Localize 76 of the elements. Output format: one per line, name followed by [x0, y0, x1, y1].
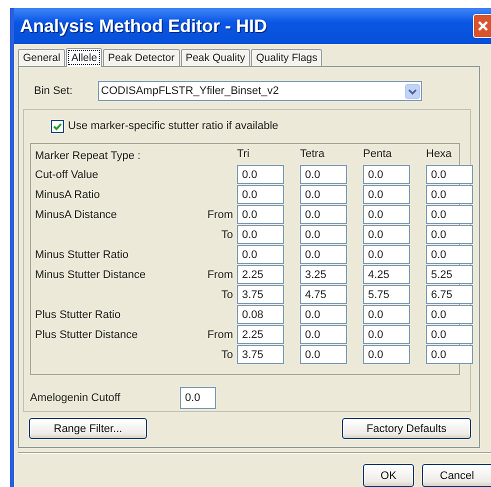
- input-field[interactable]: 3.25: [300, 265, 347, 284]
- column-header: Penta: [363, 148, 393, 162]
- input-field[interactable]: 0.0: [300, 165, 347, 184]
- input-field[interactable]: 0.0: [426, 325, 473, 344]
- input-field[interactable]: 0.0: [300, 325, 347, 344]
- range-label: To: [220, 228, 233, 240]
- input-field[interactable]: 0.0: [426, 305, 473, 324]
- input-field[interactable]: 0.0: [363, 165, 410, 184]
- bin-set-label: Bin Set:: [33, 85, 74, 97]
- input-field[interactable]: 0.0: [363, 325, 410, 344]
- input-field[interactable]: 0.0: [426, 245, 473, 264]
- row-label: MinusA Ratio: [35, 188, 101, 200]
- row-label: Plus Stutter Distance: [35, 328, 139, 340]
- input-field[interactable]: 0.08: [237, 305, 284, 324]
- column-header: Hexa: [426, 148, 453, 162]
- header-label: Marker Repeat Type :: [35, 150, 142, 162]
- input-field[interactable]: 4.25: [363, 265, 410, 284]
- amelogenin-label: Amelogenin Cutoff: [30, 392, 122, 404]
- input-field[interactable]: 4.75: [300, 285, 347, 304]
- checkbox[interactable]: [51, 120, 64, 132]
- input-field[interactable]: 2.25: [237, 325, 284, 344]
- input-field[interactable]: 0.0: [237, 205, 284, 224]
- input-field[interactable]: 0.0: [426, 345, 473, 364]
- close-icon: [476, 20, 488, 32]
- input-field[interactable]: 0.0: [363, 245, 410, 264]
- tab[interactable]: General: [18, 49, 66, 66]
- input-field[interactable]: 0.0: [426, 225, 473, 244]
- input-field[interactable]: 6.75: [426, 285, 473, 304]
- row-label: MinusA Distance: [35, 208, 118, 220]
- range-label: From: [206, 208, 233, 220]
- input-field[interactable]: 0.0: [363, 225, 410, 244]
- input-field[interactable]: 2.25: [237, 265, 284, 284]
- row-label: Plus Stutter Ratio: [35, 308, 122, 320]
- tab[interactable]: Peak Detector: [103, 49, 180, 66]
- range-label: To: [220, 348, 233, 360]
- checkbox-label: Use marker-specific stutter ratio if available: [68, 120, 278, 132]
- row-label: Minus Stutter Ratio: [35, 248, 130, 260]
- input-field[interactable]: 0.0: [300, 245, 347, 264]
- range-label: From: [206, 328, 233, 340]
- row-label: Minus Stutter Distance: [35, 268, 147, 280]
- dialog-button[interactable]: OK: [363, 464, 414, 487]
- input-field[interactable]: 3.75: [237, 285, 284, 304]
- input-field[interactable]: 0.0: [363, 205, 410, 224]
- panel-button[interactable]: Range Filter...: [29, 418, 147, 439]
- bin-set-dropdown[interactable]: CODISAmpFLSTR_Yfiler_Binset_v2: [98, 81, 422, 101]
- input-field[interactable]: 0.0: [363, 185, 410, 204]
- input-field[interactable]: 0.0: [300, 345, 347, 364]
- input-field[interactable]: 0.0: [363, 305, 410, 324]
- panel-button[interactable]: Factory Defaults: [342, 418, 471, 439]
- column-header: Tri: [237, 148, 250, 162]
- input-field[interactable]: 0.0: [363, 345, 410, 364]
- input-field[interactable]: 0.0: [426, 185, 473, 204]
- input-field[interactable]: 0.0: [300, 205, 347, 224]
- input-field[interactable]: 0.0: [237, 185, 284, 204]
- column-header: Tetra: [300, 148, 326, 162]
- dialog-button[interactable]: Cancel: [422, 464, 491, 487]
- window-title: Analysis Method Editor - HID: [20, 16, 268, 36]
- tab[interactable]: Quality Flags: [251, 49, 322, 66]
- input-field[interactable]: 0.0: [180, 387, 216, 409]
- input-field[interactable]: 0.0: [237, 225, 284, 244]
- row-label: Cut-off Value: [35, 168, 100, 180]
- range-label: From: [206, 268, 233, 280]
- input-field[interactable]: 3.75: [237, 345, 284, 364]
- input-field[interactable]: 0.0: [426, 165, 473, 184]
- input-field[interactable]: 0.0: [237, 165, 284, 184]
- input-field[interactable]: 0.0: [237, 245, 284, 264]
- tab[interactable]: Peak Quality: [180, 49, 250, 66]
- input-field[interactable]: 0.0: [426, 205, 473, 224]
- input-field[interactable]: 0.0: [300, 225, 347, 244]
- input-field[interactable]: 5.75: [363, 285, 410, 304]
- input-field[interactable]: 5.25: [426, 265, 473, 284]
- tab[interactable]: Allele: [66, 48, 102, 67]
- input-field[interactable]: 0.0: [300, 305, 347, 324]
- input-field[interactable]: 0.0: [300, 185, 347, 204]
- range-label: To: [220, 288, 233, 300]
- close-button[interactable]: [473, 14, 491, 38]
